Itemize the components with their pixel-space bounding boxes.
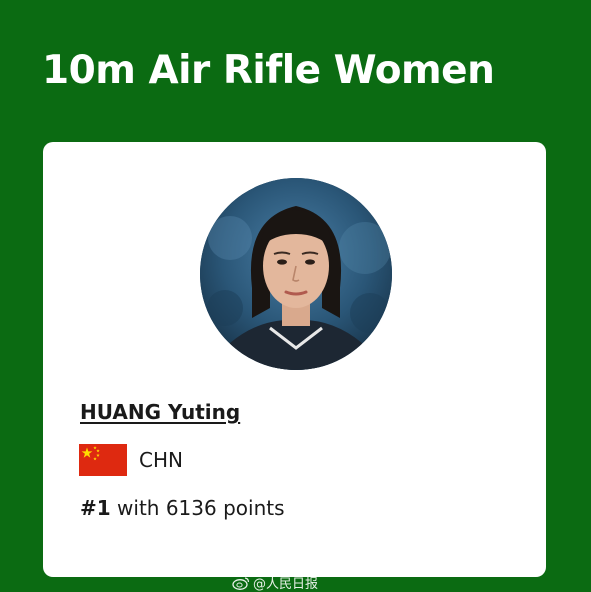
- avatar-portrait-icon: [200, 178, 392, 370]
- weibo-icon: [232, 576, 250, 590]
- watermark: @人民日报: [232, 573, 318, 592]
- athlete-name-link[interactable]: HUANG Yuting: [80, 400, 240, 424]
- points-text: with 6136 points: [117, 496, 285, 520]
- country-code: CHN: [139, 448, 183, 472]
- athlete-card: HUANG Yuting CHN #1 with 6136 points: [43, 142, 546, 577]
- china-flag-icon: [79, 444, 127, 476]
- event-title: 10m Air Rifle Women: [42, 48, 495, 93]
- rank-line: #1 with 6136 points: [80, 496, 285, 520]
- watermark-text: @人民日报: [253, 577, 319, 592]
- rank-value: #1: [80, 496, 111, 520]
- country-row: CHN: [79, 444, 183, 476]
- athlete-avatar[interactable]: [200, 178, 392, 370]
